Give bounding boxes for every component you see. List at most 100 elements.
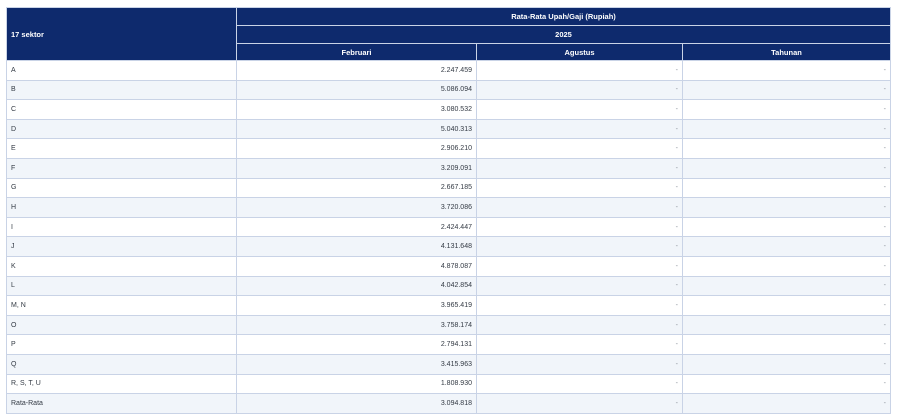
februari-cell: 4.878.087 [236,255,477,277]
februari-cell: 2.906.210 [236,138,477,159]
februari-cell: 1.808.930 [236,373,477,395]
table-row: L 4.042.854- - [6,275,892,297]
sektor-cell: M, N [6,295,237,316]
tahunan-cell: - [681,79,892,101]
februari-cell: 5.086.094 [236,79,477,101]
agustus-cell: - [476,373,683,395]
tahunan-cell: - [681,118,892,140]
table-row: P 2.794.131- - [6,334,892,355]
agustus-cell: - [476,79,683,101]
sektor-cell: Q [6,353,237,375]
sektor-cell: B [6,79,237,101]
sektor-cell: P [6,334,237,355]
februari-cell: 3.094.818 [236,393,477,414]
sektor-cell: H [6,197,237,218]
sektor-cell: Rata-Rata [6,393,237,414]
sektor-cell: L [6,275,237,297]
tahunan-cell: - [681,60,892,81]
table-row: Rata-Rata 3.094.818- - [6,393,892,414]
agustus-cell: - [476,314,683,336]
tahunan-cell: - [681,373,892,395]
table-row: E 2.906.210- - [6,138,892,159]
sektor-cell: O [6,314,237,336]
group-title-header[interactable]: Rata-Rata Upah/Gaji (Rupiah) [235,7,892,26]
tahunan-cell: - [681,334,892,355]
agustus-cell: - [476,60,683,81]
year-header[interactable]: 2025 [235,25,892,44]
agustus-cell: - [476,393,683,414]
februari-cell: 3.720.086 [236,197,477,218]
table-header: 17 sektor Rata-Rata Upah/Gaji (Rupiah) 2… [6,7,892,61]
tahunan-cell: - [681,138,892,159]
agustus-cell: - [476,177,683,199]
column-header-agustus[interactable]: Agustus [476,43,683,61]
sektor-cell: C [6,99,237,120]
tahunan-cell: - [681,275,892,297]
tahunan-cell: - [681,255,892,277]
tahunan-cell: - [681,295,892,316]
agustus-cell: - [476,157,683,179]
februari-cell: 5.040.313 [236,118,477,140]
tahunan-cell: - [681,314,892,336]
agustus-cell: - [476,334,683,355]
sektor-cell: E [6,138,237,159]
agustus-cell: - [476,197,683,218]
table-row: I 2.424.447- - [6,216,892,238]
column-header-tahunan[interactable]: Tahunan [681,43,892,61]
agustus-cell: - [476,216,683,238]
table-row: D 5.040.313- - [6,118,892,140]
februari-cell: 3.415.963 [236,353,477,375]
tahunan-cell: - [681,177,892,199]
agustus-cell: - [476,99,683,120]
wage-table-container: 17 sektor Rata-Rata Upah/Gaji (Rupiah) 2… [6,7,892,414]
table-row: H 3.720.086- - [6,197,892,218]
table-row: Q 3.415.963- - [6,353,892,375]
table-row: A 2.247.459- - [6,60,892,81]
februari-cell: 3.080.532 [236,99,477,120]
februari-cell: 3.209.091 [236,157,477,179]
sektor-cell: D [6,118,237,140]
sektor-cell: A [6,60,237,81]
wage-table: 17 sektor Rata-Rata Upah/Gaji (Rupiah) 2… [6,7,892,414]
februari-cell: 4.131.648 [236,236,477,257]
table-row: B 5.086.094- - [6,79,892,101]
table-row: K 4.878.087- - [6,255,892,277]
table-body: A 2.247.459- - B 5.086.094- - C 3.080.532- - D 5.0… [6,60,892,414]
februari-cell: 2.794.131 [236,334,477,355]
table-row: F 3.209.091- - [6,157,892,179]
table-row: O 3.758.174- - [6,314,892,336]
sektor-cell: K [6,255,237,277]
tahunan-cell: - [681,393,892,414]
agustus-cell: - [476,353,683,375]
agustus-cell: - [476,295,683,316]
agustus-cell: - [476,138,683,159]
table-row: G 2.667.185- - [6,177,892,199]
tahunan-cell: - [681,353,892,375]
februari-cell: 4.042.854 [236,275,477,297]
agustus-cell: - [476,275,683,297]
row-label-header[interactable]: 17 sektor [6,7,237,61]
column-header-februari[interactable]: Februari [236,43,477,61]
februari-cell: 2.247.459 [236,60,477,81]
tahunan-cell: - [681,99,892,120]
sektor-cell: J [6,236,237,257]
agustus-cell: - [476,118,683,140]
table-row: R, S, T, U 1.808.930- - [6,373,892,395]
sektor-cell: F [6,157,237,179]
table-row: M, N 3.965.419- - [6,295,892,316]
februari-cell: 3.965.419 [236,295,477,316]
tahunan-cell: - [681,216,892,238]
sektor-cell: I [6,216,237,238]
tahunan-cell: - [681,157,892,179]
sektor-cell: G [6,177,237,199]
februari-cell: 2.667.185 [236,177,477,199]
februari-cell: 2.424.447 [236,216,477,238]
sektor-cell: R, S, T, U [6,373,237,395]
agustus-cell: - [476,236,683,257]
agustus-cell: - [476,255,683,277]
table-row: J 4.131.648- - [6,236,892,257]
table-row: C 3.080.532- - [6,99,892,120]
tahunan-cell: - [681,236,892,257]
februari-cell: 3.758.174 [236,314,477,336]
tahunan-cell: - [681,197,892,218]
